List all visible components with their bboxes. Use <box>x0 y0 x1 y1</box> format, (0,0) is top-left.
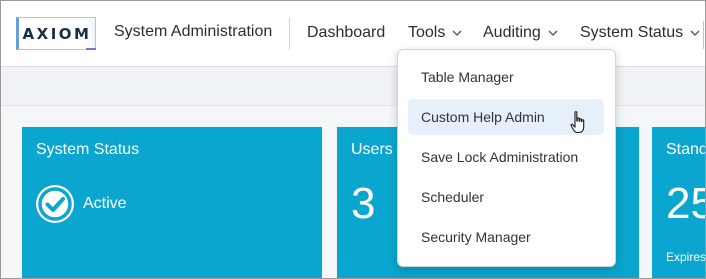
menu-item-security-manager[interactable]: Security Manager <box>408 219 604 255</box>
menu-item-label: Security Manager <box>421 229 531 245</box>
tools-dropdown-menu: Table Manager Custom Help Admin Save Loc… <box>397 49 616 267</box>
menu-item-label: Save Lock Administration <box>421 149 579 165</box>
axiom-logo[interactable]: AXIOM <box>16 17 96 50</box>
header-right-divider <box>703 21 704 49</box>
tile-value: 3 <box>351 179 376 228</box>
status-value: Active <box>83 195 127 212</box>
header-divider <box>289 18 290 50</box>
menu-item-scheduler[interactable]: Scheduler <box>408 179 604 215</box>
nav-tools-label: Tools <box>408 24 446 41</box>
nav-system-status-label: System Status <box>580 24 684 41</box>
tile-value: 25 <box>666 179 705 228</box>
tile-system-status[interactable]: System Status Active <box>22 127 322 278</box>
status-row: Active <box>36 185 127 223</box>
menu-item-table-manager[interactable]: Table Manager <box>408 59 604 95</box>
app-window: AXIOM System Administration Dashboard To… <box>0 0 706 279</box>
nav-system-status[interactable]: System Status <box>580 24 700 42</box>
check-circle-icon <box>36 185 74 223</box>
logo-accent <box>86 48 96 50</box>
nav-dashboard[interactable]: Dashboard <box>307 24 385 42</box>
menu-item-save-lock-administration[interactable]: Save Lock Administration <box>408 139 604 175</box>
tile-standard[interactable]: Stand 25 Expires <box>652 127 706 278</box>
chevron-down-icon <box>690 30 700 36</box>
nav-dashboard-label: Dashboard <box>307 24 386 41</box>
nav-auditing-label: Auditing <box>483 24 541 41</box>
menu-item-label: Scheduler <box>421 189 485 205</box>
tile-title: Stand <box>666 141 706 158</box>
chevron-down-icon <box>452 30 462 36</box>
menu-item-label: Custom Help Admin <box>421 109 545 125</box>
tile-subtext: Expires <box>666 250 706 264</box>
tile-title: System Status <box>36 141 140 158</box>
hand-pointer-icon <box>570 111 585 134</box>
nav-tools[interactable]: Tools <box>408 24 462 42</box>
chevron-down-icon <box>548 30 558 36</box>
menu-item-label: Table Manager <box>421 69 514 85</box>
logo-text: AXIOM <box>22 24 92 43</box>
nav-auditing[interactable]: Auditing <box>483 24 558 42</box>
app-title: System Administration <box>114 23 273 40</box>
tile-title: Users <box>351 141 393 158</box>
